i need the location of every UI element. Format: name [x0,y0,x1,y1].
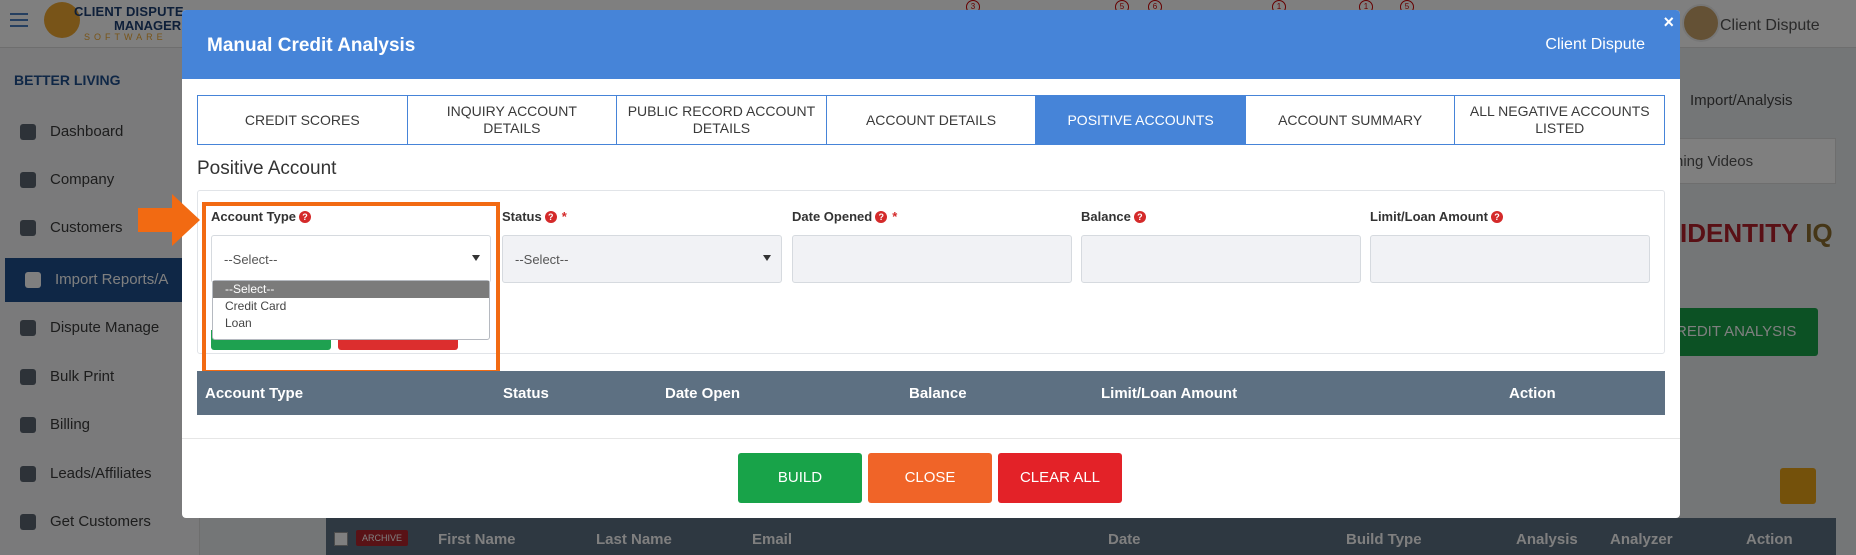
status-select[interactable]: --Select-- [502,235,782,283]
tab-bar: CREDIT SCORES INQUIRY ACCOUNT DETAILS PU… [197,95,1665,145]
label-text: Limit/Loan Amount [1370,209,1488,224]
limit-loan-amount-label: Limit/Loan Amount? [1370,209,1503,224]
manual-credit-analysis-modal: Manual Credit Analysis Client Dispute × … [182,10,1680,518]
date-opened-field[interactable] [792,235,1072,283]
modal-title: Manual Credit Analysis [207,35,416,56]
build-button[interactable]: BUILD [738,453,862,503]
positive-accounts-table-header: Account Type Status Date Open Balance Li… [197,371,1665,415]
limit-loan-amount-field[interactable] [1370,235,1650,283]
tab-inquiry-account-details[interactable]: INQUIRY ACCOUNT DETAILS [408,96,618,144]
column-header: Limit/Loan Amount [1101,385,1238,402]
help-icon[interactable]: ? [875,211,888,223]
column-header: Action [1509,385,1556,402]
close-icon[interactable]: × [1663,12,1674,33]
modal-header: Manual Credit Analysis Client Dispute × [182,10,1680,79]
column-header: Date Open [665,385,741,402]
help-icon[interactable]: ? [544,211,557,223]
modal-footer-divider [182,438,1680,439]
tab-account-summary[interactable]: ACCOUNT SUMMARY [1246,96,1456,144]
tab-credit-scores[interactable]: CREDIT SCORES [198,96,408,144]
tab-account-details[interactable]: ACCOUNT DETAILS [827,96,1037,144]
pointer-arrow-icon [138,194,200,246]
close-button[interactable]: CLOSE [868,453,992,503]
date-opened-label: Date Opened? * [792,209,897,224]
column-header: Account Type [205,385,304,402]
column-header: Balance [909,385,967,402]
help-icon[interactable]: ? [1133,211,1146,223]
tab-public-record-account-details[interactable]: PUBLIC RECORD ACCOUNT DETAILS [617,96,827,144]
column-header: Status [503,385,549,402]
tab-positive-accounts[interactable]: POSITIVE ACCOUNTS [1036,96,1246,144]
balance-label: Balance? [1081,209,1146,224]
required-marker: * [561,209,567,224]
label-text: Balance [1081,209,1131,224]
section-title: Positive Account [197,158,337,179]
required-marker: * [892,209,898,224]
modal-client-name: Client Dispute [1545,36,1645,53]
label-text: Date Opened [792,209,873,224]
help-icon[interactable]: ? [1490,211,1503,223]
chevron-down-icon [763,255,771,261]
highlight-box [202,202,500,374]
select-value: --Select-- [515,252,569,267]
clear-all-button[interactable]: CLEAR ALL [998,453,1122,503]
tab-all-negative-accounts[interactable]: ALL NEGATIVE ACCOUNTS LISTED [1455,96,1664,144]
label-text: Status [502,209,542,224]
balance-field[interactable] [1081,235,1361,283]
status-label: Status? * [502,209,567,224]
